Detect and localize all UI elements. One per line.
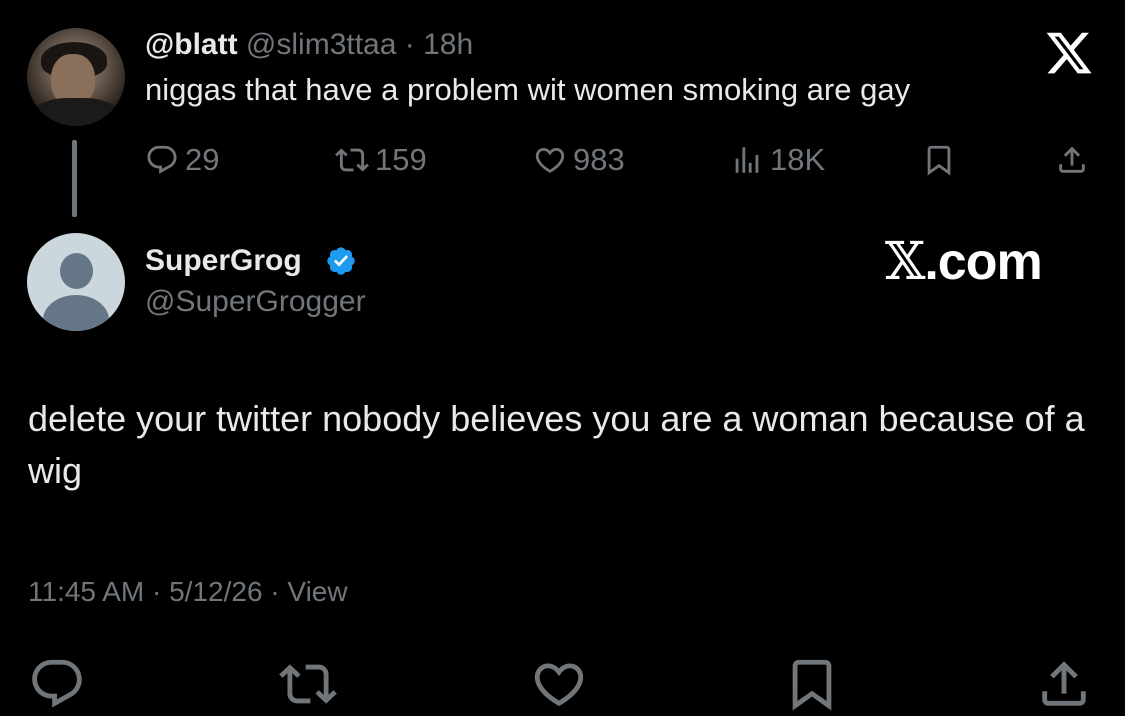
parent-tweet-header: @blatt @slim3ttaa · 18h xyxy=(145,28,473,62)
like-icon xyxy=(534,663,584,707)
reply-avatar[interactable] xyxy=(27,233,125,331)
reply-display-name[interactable]: SuperGrog xyxy=(145,243,302,279)
views-icon xyxy=(735,147,759,173)
watermark-x-glyph: 𝕏 xyxy=(885,232,925,292)
header-separator: · xyxy=(404,28,415,61)
bookmark-icon xyxy=(927,145,951,176)
reply-icon xyxy=(147,145,177,174)
thread-connector-line xyxy=(72,140,77,217)
like-count: 983 xyxy=(573,142,625,177)
parent-time[interactable]: 18h xyxy=(423,28,473,61)
reply-icon xyxy=(32,659,82,708)
bottom-repost-button[interactable] xyxy=(279,655,339,715)
parent-tweet-text: niggas that have a problem wit women smo… xyxy=(145,72,911,107)
share-icon xyxy=(1059,146,1085,173)
views-button[interactable]: 18K xyxy=(730,140,825,180)
parent-handle[interactable]: @slim3ttaa xyxy=(246,28,397,61)
reply-tweet-text: delete your twitter nobody believes you … xyxy=(28,398,1085,491)
bottom-like-button[interactable] xyxy=(530,655,590,715)
reply-timestamp[interactable]: 11:45 AM · 5/12/26 · View xyxy=(28,574,348,610)
x-com-watermark: 𝕏.com xyxy=(885,232,1043,292)
x-logo-icon xyxy=(1043,28,1095,78)
watermark-domain: .com xyxy=(924,233,1042,291)
parent-display-name[interactable]: @blatt xyxy=(145,28,238,61)
views-count: 18K xyxy=(770,142,826,177)
bottom-share-button[interactable] xyxy=(1035,655,1095,715)
verified-badge-icon[interactable] xyxy=(325,245,357,277)
like-button[interactable]: 983 xyxy=(533,140,625,180)
bottom-reply-button[interactable] xyxy=(28,655,88,715)
default-avatar-shoulders xyxy=(43,295,109,331)
repost-icon xyxy=(335,148,369,172)
share-button[interactable] xyxy=(1055,140,1095,180)
reply-count: 29 xyxy=(185,142,220,177)
share-icon xyxy=(1042,661,1086,706)
parent-avatar[interactable] xyxy=(27,28,125,126)
avatar-body xyxy=(33,98,119,126)
repost-icon xyxy=(279,664,337,704)
repost-count: 159 xyxy=(375,142,427,177)
default-avatar-head xyxy=(60,253,93,289)
bookmark-icon xyxy=(792,659,832,711)
bottom-bookmark-button[interactable] xyxy=(783,655,843,715)
reply-handle[interactable]: @SuperGrogger xyxy=(145,284,366,320)
repost-button[interactable]: 159 xyxy=(335,140,427,180)
bookmark-button[interactable] xyxy=(922,140,962,180)
like-icon xyxy=(535,147,565,173)
reply-button[interactable]: 29 xyxy=(145,140,219,180)
